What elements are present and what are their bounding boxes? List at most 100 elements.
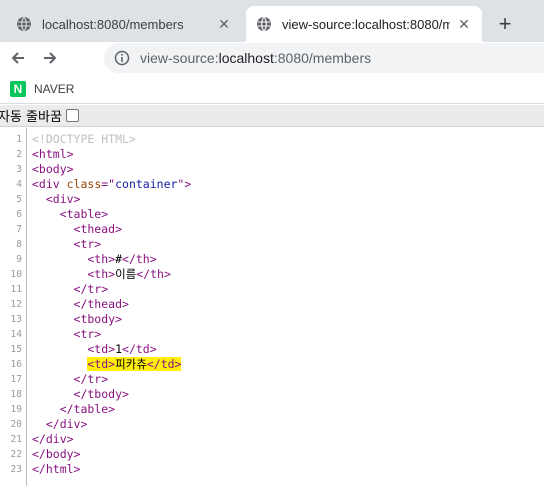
source-line: 20 </div> — [0, 417, 544, 432]
tab-members[interactable]: localhost:8080/members ✕ — [6, 6, 242, 42]
new-tab-button[interactable]: + — [492, 11, 518, 37]
back-arrow-icon — [11, 52, 24, 64]
source-line: 22 </body> — [0, 447, 544, 462]
back-button[interactable] — [6, 46, 30, 70]
line-number: 19 — [10, 404, 22, 415]
code-token: </body> — [32, 447, 81, 461]
info-icon[interactable] — [114, 50, 130, 66]
source-code: </tr> — [32, 372, 109, 387]
source-line: 11 </tr> — [0, 282, 544, 297]
code-token: <div> — [32, 192, 81, 206]
code-token: 1 — [115, 342, 123, 356]
line-number: 8 — [16, 239, 22, 250]
address-bar[interactable]: view-source: localhost:8080/members — [104, 43, 544, 73]
source-line: 7 <thead> — [0, 222, 544, 237]
code-token: </html> — [32, 462, 81, 476]
code-token: </td> — [122, 342, 157, 356]
source-code: </body> — [32, 447, 80, 462]
source-line: 13 <tbody> — [0, 312, 544, 327]
source-code: <thead> — [32, 222, 122, 237]
code-token: 피카츄 — [115, 357, 147, 371]
source-line: 4 <div class="container"> — [0, 177, 544, 192]
line-number: 20 — [10, 419, 22, 430]
globe-icon — [17, 16, 31, 32]
source-line: 3 <body> — [0, 162, 544, 177]
line-number: 1 — [16, 134, 22, 145]
source-code: <tr> — [32, 327, 102, 342]
source-code: </thead> — [32, 297, 129, 312]
close-tab-icon[interactable]: ✕ — [456, 16, 472, 32]
close-tab-icon[interactable]: ✕ — [216, 16, 232, 32]
tab-title: localhost:8080/members — [42, 16, 184, 32]
source-line: 17 </tr> — [0, 372, 544, 387]
bookmarks-bar: N NAVER — [0, 74, 544, 104]
code-token: <tr> — [32, 237, 102, 251]
tab-strip: localhost:8080/members ✕ view-source:loc… — [0, 0, 544, 42]
line-wrap-checkbox[interactable] — [65, 109, 79, 122]
code-token: </tbody> — [32, 387, 129, 401]
naver-logo-icon: N — [10, 80, 26, 97]
code-token: <table> — [32, 207, 109, 221]
code-token: 이름 — [115, 267, 137, 281]
line-number: 10 — [10, 269, 22, 280]
line-wrap-label: 자동 줄바꿈 — [0, 110, 62, 125]
code-token: </th> — [136, 267, 171, 281]
source-code: </tr> — [32, 282, 109, 297]
forward-arrow-icon — [44, 52, 57, 64]
line-number: 2 — [16, 149, 22, 160]
code-token: <td> — [87, 357, 116, 371]
tab-title: view-source:localhost:8080/members — [282, 16, 450, 32]
line-number: 11 — [10, 284, 22, 295]
code-token: </div> — [32, 432, 74, 446]
code-token: <thead> — [32, 222, 123, 236]
code-token: <html> — [32, 147, 74, 161]
forward-button[interactable] — [38, 46, 62, 70]
source-line: 18 </tbody> — [0, 387, 544, 402]
source-code: </div> — [32, 417, 88, 432]
code-token: =" — [101, 177, 116, 191]
source-code: <tbody> — [32, 312, 122, 327]
source-code: <table> — [32, 207, 108, 222]
tab-view-source[interactable]: view-source:localhost:8080/members ✕ — [246, 6, 482, 42]
code-token: </thead> — [32, 297, 129, 311]
source-line: 14 <tr> — [0, 327, 544, 342]
url-scheme: view-source: — [140, 50, 219, 66]
code-token: <th> — [32, 252, 116, 266]
source-code: <div class="container"> — [32, 177, 191, 192]
line-number: 4 — [16, 179, 22, 190]
code-token: <td> — [32, 342, 116, 356]
line-number: 22 — [10, 449, 22, 460]
code-token: <tbody> — [32, 312, 123, 326]
source-code: <td>1</td> — [32, 342, 157, 357]
source-view: 1 <!DOCTYPE HTML> 2 <html> 3 <body> 4 <div clas… — [0, 128, 544, 486]
code-token: container — [115, 177, 178, 191]
source-code: <th>#</th> — [32, 252, 156, 267]
code-token: <div — [32, 177, 67, 191]
code-token: </table> — [32, 402, 116, 416]
code-token: <!DOCTYPE HTML> — [32, 132, 136, 146]
source-line: 15 <td>1</td> — [0, 342, 544, 357]
bookmark-naver[interactable]: NAVER — [34, 82, 74, 96]
line-number: 7 — [16, 224, 22, 235]
source-line: 21 </div> — [0, 432, 544, 447]
code-token: <body> — [32, 162, 74, 176]
source-code: </div> — [32, 432, 74, 447]
line-number: 15 — [10, 344, 22, 355]
source-code: </table> — [32, 402, 115, 417]
code-token: "> — [177, 177, 192, 191]
source-code: </tbody> — [32, 387, 129, 402]
code-token: </td> — [146, 357, 182, 371]
line-number: 21 — [10, 434, 22, 445]
line-number: 9 — [16, 254, 22, 265]
line-number: 12 — [10, 299, 22, 310]
line-number: 3 — [16, 164, 22, 175]
source-code: <tr> — [32, 237, 102, 252]
source-code: <body> — [32, 162, 74, 177]
source-line: 6 <table> — [0, 207, 544, 222]
line-number: 6 — [16, 209, 22, 220]
source-code: <div> — [32, 192, 81, 207]
line-number: 5 — [16, 194, 22, 205]
source-line: 19 </table> — [0, 402, 544, 417]
code-token: </tr> — [32, 372, 109, 386]
